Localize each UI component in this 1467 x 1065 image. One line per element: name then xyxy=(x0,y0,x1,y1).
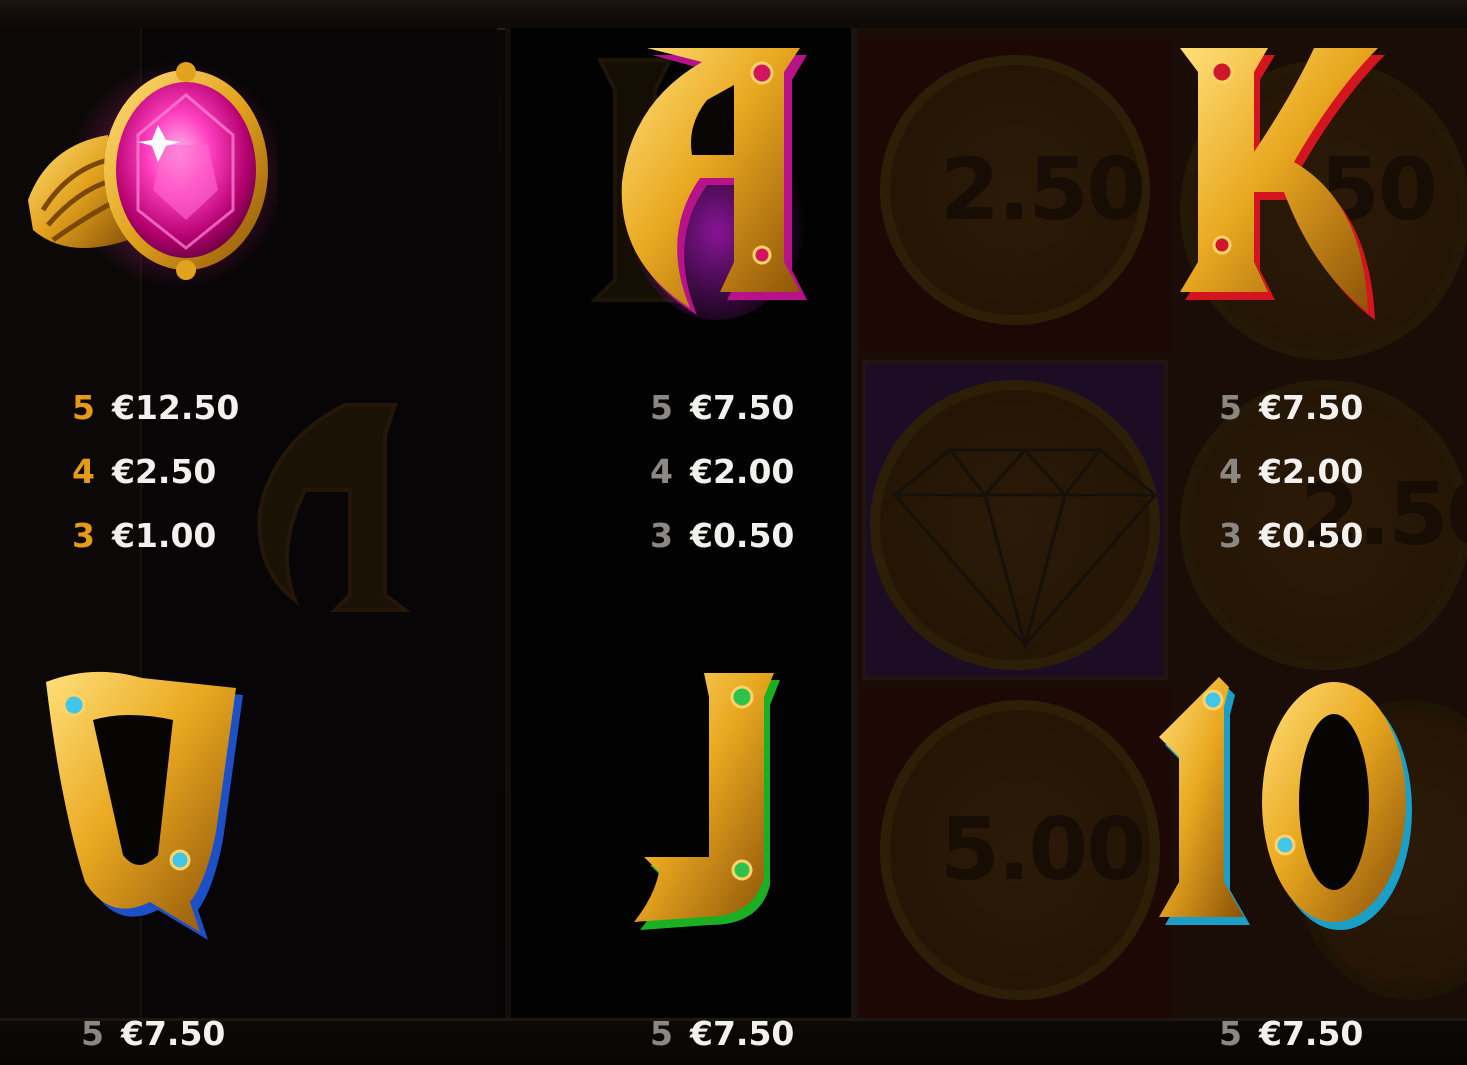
match-count: 3 xyxy=(1219,516,1242,555)
number-10-icon xyxy=(1159,677,1412,930)
paytable-row: 4 €2.00 xyxy=(650,452,794,491)
payout-amount: €2.00 xyxy=(1259,452,1364,491)
match-count: 4 xyxy=(650,452,673,491)
letter-k-icon xyxy=(1180,48,1385,320)
match-count: 5 xyxy=(72,388,95,427)
match-count: 3 xyxy=(650,516,673,555)
match-count: 5 xyxy=(1219,1014,1242,1053)
paytable-row: 3 €0.50 xyxy=(1219,516,1363,555)
payout-amount: €12.50 xyxy=(112,388,240,427)
payout-amount: €7.50 xyxy=(690,1014,795,1053)
payout-amount: €7.50 xyxy=(690,388,795,427)
paytable-row: 5 €12.50 xyxy=(72,388,239,427)
paytable-row: 5 €7.50 xyxy=(81,1014,225,1053)
match-count: 5 xyxy=(650,388,673,427)
match-count: 4 xyxy=(1219,452,1242,491)
ruby-ring-icon xyxy=(28,60,278,290)
paytable-screen: 2.50 5.00 50 2.50 xyxy=(0,0,1467,1065)
background-coin-value: 2.50 xyxy=(940,140,1146,240)
paytable-row: 5 €7.50 xyxy=(1219,388,1363,427)
payout-amount: €7.50 xyxy=(1259,1014,1364,1053)
top-frame-bar xyxy=(0,0,1467,30)
payout-amount: €7.50 xyxy=(1259,388,1364,427)
paytable-row: 3 €1.00 xyxy=(72,516,216,555)
match-count: 4 xyxy=(72,452,95,491)
paytable-row: 4 €2.00 xyxy=(1219,452,1363,491)
payout-amount: €1.00 xyxy=(112,516,217,555)
background-diamond-icon xyxy=(892,447,1158,650)
paytable-row: 5 €7.50 xyxy=(1219,1014,1363,1053)
match-count: 3 xyxy=(72,516,95,555)
letter-j-icon xyxy=(634,673,780,930)
background-coin-value: 5.00 xyxy=(940,800,1146,900)
payout-amount: €0.50 xyxy=(1259,516,1364,555)
match-count: 5 xyxy=(81,1014,104,1053)
payout-amount: €7.50 xyxy=(121,1014,226,1053)
match-count: 5 xyxy=(650,1014,673,1053)
letter-a-icon xyxy=(621,48,807,320)
letter-q-icon xyxy=(46,671,243,940)
paytable-row: 5 €7.50 xyxy=(650,388,794,427)
paytable-row: 5 €7.50 xyxy=(650,1014,794,1053)
background-letter-a-icon xyxy=(257,403,411,612)
match-count: 5 xyxy=(1219,388,1242,427)
payout-amount: €2.00 xyxy=(690,452,795,491)
payout-amount: €2.50 xyxy=(112,452,217,491)
paytable-row: 3 €0.50 xyxy=(650,516,794,555)
payout-amount: €0.50 xyxy=(690,516,795,555)
paytable-row: 4 €2.50 xyxy=(72,452,216,491)
